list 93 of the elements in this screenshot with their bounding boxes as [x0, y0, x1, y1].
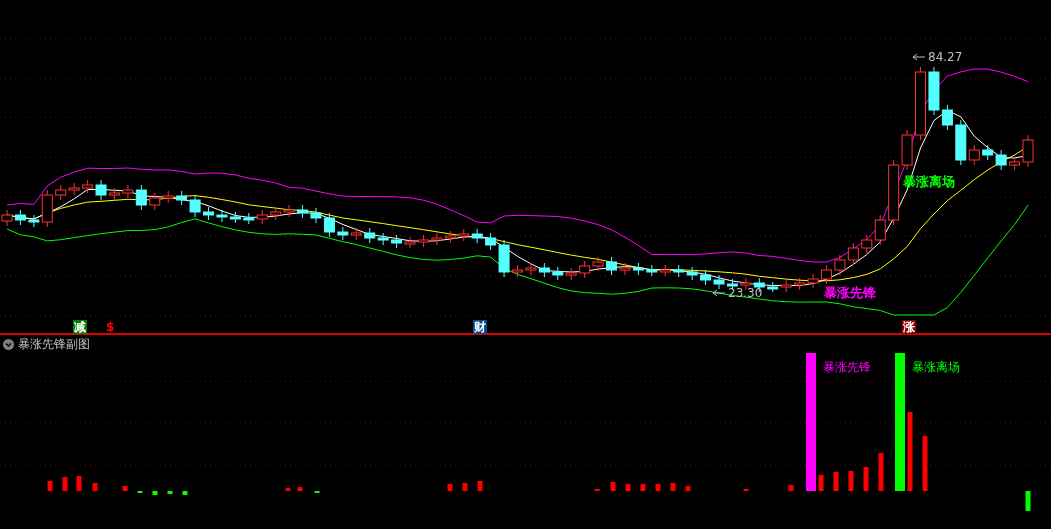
indicator-bar: [818, 475, 824, 491]
indicator-bar: [314, 491, 320, 493]
signal-marker: $: [105, 320, 116, 334]
candlestick: [821, 264, 832, 285]
candlestick: [767, 281, 779, 293]
candlestick: [659, 264, 671, 277]
candlestick: [417, 234, 429, 248]
indicator-bar: [922, 436, 928, 491]
indicator-bar: [640, 484, 646, 491]
candlestick: [713, 274, 725, 290]
indicator-bar: [610, 482, 616, 491]
candlestick: [646, 264, 658, 277]
indicator-bar: [122, 486, 128, 491]
candlestick: [834, 254, 846, 276]
signal-marker: 涨: [902, 320, 916, 334]
indicator-bar: [848, 471, 854, 491]
arrow-icon: [912, 53, 926, 61]
collapse-icon[interactable]: [3, 338, 14, 350]
indicator-bar: [788, 485, 794, 491]
candlestick: [149, 192, 161, 211]
indicator-title: 暴涨先锋副图: [18, 337, 90, 351]
candlestick: [847, 242, 859, 266]
low-price-label: 23.30: [728, 286, 763, 300]
candlestick: [619, 262, 631, 276]
arrow-icon: [712, 289, 726, 297]
indicator-bar: [137, 491, 143, 493]
indicator-bar: [833, 472, 839, 491]
signal-marker: 减: [73, 320, 87, 334]
candlestick: [552, 266, 564, 281]
candlestick: [538, 262, 550, 278]
indicator-bar: [62, 477, 68, 491]
indicator-bar: [1025, 491, 1031, 511]
candlestick: [162, 190, 174, 204]
indicator-bar: [462, 483, 468, 491]
candlestick: [686, 266, 698, 281]
candlestick: [337, 226, 349, 241]
indicator-bar: [625, 484, 631, 491]
indicator-bar: [152, 491, 158, 495]
candlestick: [297, 204, 309, 219]
candlestick: [229, 211, 241, 224]
candlestick: [606, 256, 618, 276]
indicator-bar: [477, 481, 483, 491]
candlestick: [458, 228, 470, 242]
candlestick: [55, 184, 67, 201]
signal-label: 暴涨离场: [912, 360, 960, 374]
indicator-bar: [47, 481, 53, 491]
candlestick: [471, 228, 483, 244]
candlestick: [982, 144, 994, 161]
indicator-bar: [285, 488, 291, 491]
candlestick: [565, 267, 577, 281]
indicator-bar: [863, 467, 869, 491]
candlestick: [632, 262, 644, 276]
candlestick: [525, 262, 537, 276]
candlestick: [807, 273, 819, 289]
indicator-bar: [685, 486, 691, 491]
candlestick: [592, 256, 604, 272]
candlestick: [780, 279, 792, 293]
indicator-bar: [92, 483, 98, 491]
signal-label: 暴涨先锋: [823, 360, 871, 374]
indicator-bar: [670, 483, 676, 491]
candlestick: [444, 230, 456, 244]
candlestick: [512, 264, 523, 278]
indicator-bar: [447, 484, 453, 491]
candlestick: [216, 209, 228, 223]
indicator-bar: [655, 484, 661, 491]
candlestick: [256, 209, 268, 225]
candlestick: [673, 264, 685, 278]
candlestick: [350, 227, 362, 241]
indicator-bar: [743, 489, 749, 491]
signal-annotation: 暴涨先锋: [824, 285, 876, 300]
indicator-bar: [297, 487, 303, 491]
candlestick: [283, 204, 295, 218]
candlestick: [14, 209, 26, 226]
candlestick: [270, 206, 282, 221]
candlestick: [203, 206, 214, 221]
candlestick: [68, 182, 80, 196]
indicator-bar: [76, 476, 82, 491]
indicator-bar: [878, 453, 884, 491]
signal-marker: 财: [473, 320, 487, 334]
indicator-bar: [182, 491, 188, 495]
candlestick: [391, 234, 403, 249]
candlestick: [995, 149, 1007, 171]
candlestick: [364, 227, 376, 244]
candlestick: [243, 212, 255, 225]
candlestick: [579, 260, 591, 279]
candlestick: [431, 232, 443, 246]
high-price-label: 84.27: [928, 50, 963, 64]
indicator-bar: [594, 489, 600, 491]
candlestick: [700, 269, 712, 286]
candlestick: [377, 232, 389, 246]
indicator-bar: [167, 491, 173, 494]
candlestick: [404, 236, 416, 249]
candlestick: [794, 277, 806, 291]
